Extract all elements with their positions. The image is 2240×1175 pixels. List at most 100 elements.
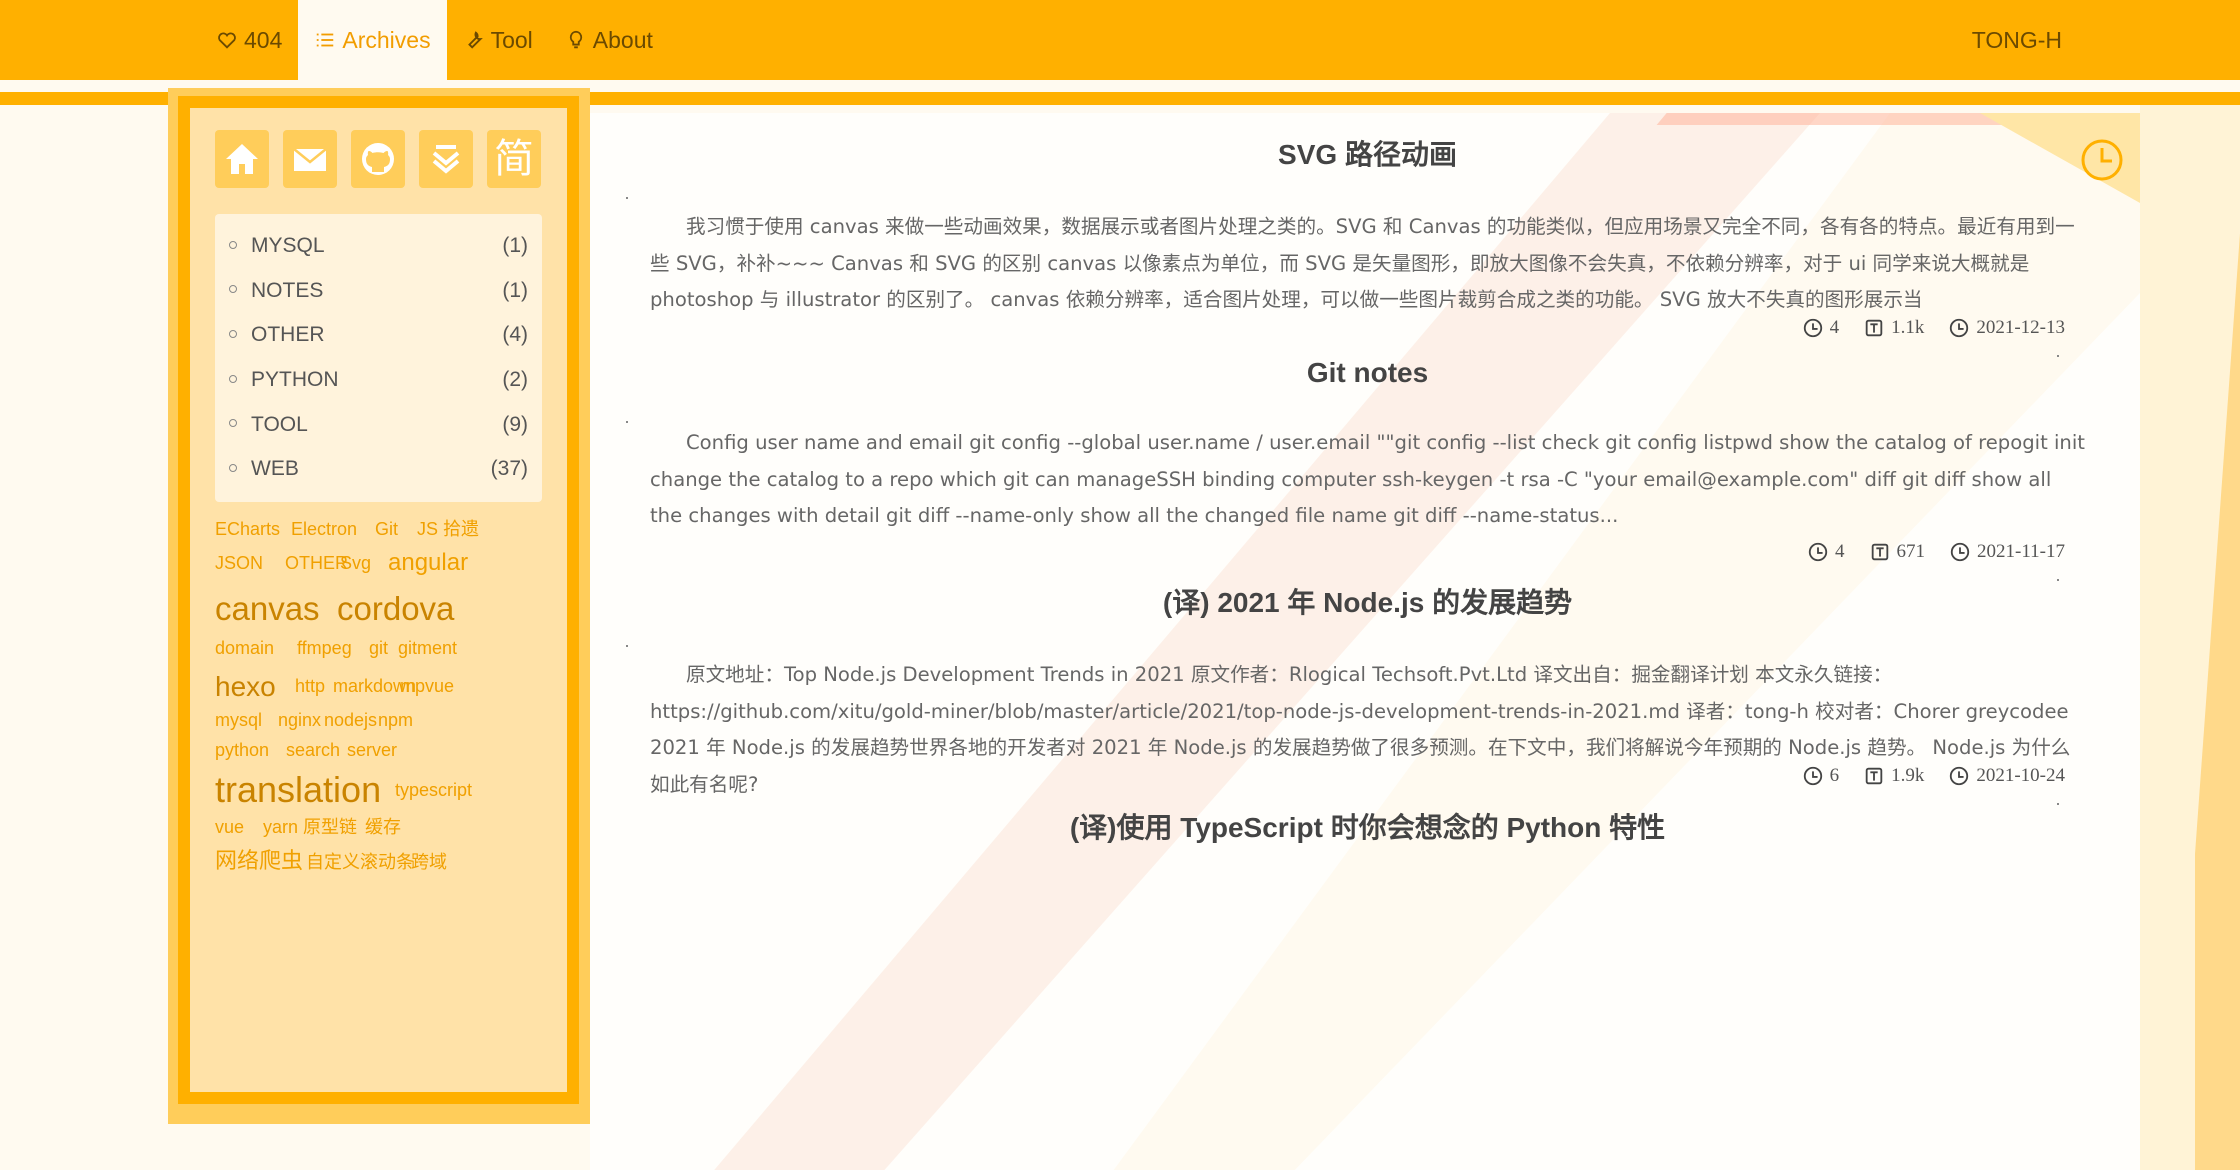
post-card: (译) 2021 年 Node.js 的发展趋势 原文地址：Top Node.js… (626, 581, 2085, 805)
post-meta: 4 671 2021-11-17 (1807, 541, 2065, 563)
nav-archives[interactable]: Archives (298, 0, 447, 80)
tag-link[interactable]: search (286, 741, 340, 759)
category-item[interactable]: PYTHON (2) (229, 358, 528, 403)
post-date: 2021-11-17 (1977, 541, 2065, 562)
category-name: PYTHON (229, 368, 339, 392)
category-item[interactable]: NOTES (1) (229, 269, 528, 314)
tag-link[interactable]: python (215, 741, 269, 759)
tag-link[interactable]: git (369, 639, 388, 657)
divider-dot (626, 645, 628, 647)
nav-about-label: About (592, 26, 653, 53)
category-item[interactable]: OTHER (4) (229, 313, 528, 358)
post-meta: 4 1.1k 2021-12-13 (1802, 317, 2065, 339)
nav-404[interactable]: 404 (200, 0, 298, 80)
clock-icon (1803, 318, 1822, 338)
jianshu-button[interactable]: 简 (487, 130, 541, 188)
tag-link[interactable]: vue (215, 818, 244, 836)
clock-icon (1808, 542, 1828, 562)
mail-button[interactable] (283, 130, 337, 188)
post-excerpt: Config user name and email git config --… (650, 431, 2085, 527)
stack-icon (432, 145, 460, 174)
stack-button[interactable] (419, 130, 473, 188)
post-date: 2021-12-13 (1976, 317, 2065, 338)
category-count: (37) (490, 457, 528, 481)
site-brand[interactable]: TONG-H (1972, 0, 2062, 80)
nav-tool[interactable]: Tool (447, 0, 549, 80)
tag-link[interactable]: Svg (340, 554, 371, 572)
home-button[interactable] (215, 130, 269, 188)
tag-link[interactable]: translation (215, 772, 381, 808)
category-count: (4) (502, 323, 528, 347)
nav-404-label: 404 (244, 26, 283, 53)
calendar-icon (1950, 766, 1969, 786)
tag-link[interactable]: nginx (278, 711, 321, 729)
tag-link[interactable]: 自定义滚动条 (306, 853, 414, 871)
tag-link[interactable]: 跨域 (411, 853, 447, 871)
tag-link[interactable]: nodejs (324, 711, 377, 729)
wrench-icon (467, 31, 483, 49)
tag-link[interactable]: server (347, 741, 397, 759)
tag-link[interactable]: domain (215, 639, 274, 657)
category-name: NOTES (229, 279, 323, 303)
calendar-icon (1950, 318, 1969, 338)
list-icon (317, 33, 334, 47)
main-nav: 404 Archives Tool About (200, 0, 669, 80)
mail-icon (293, 148, 327, 171)
word-count: 1.1k (1891, 317, 1925, 338)
tag-link[interactable]: typescript (395, 781, 472, 799)
tag-link[interactable]: angular (388, 551, 468, 575)
tag-link[interactable]: ECharts (215, 520, 280, 538)
tag-link[interactable]: 缓存 (365, 818, 401, 836)
tag-link[interactable]: gitment (398, 639, 457, 657)
home-icon (226, 144, 258, 174)
category-item[interactable]: TOOL (9) (229, 402, 528, 447)
divider-dot (626, 421, 628, 423)
nav-archives-label: Archives (342, 26, 431, 53)
nav-about[interactable]: About (549, 0, 669, 80)
post-title[interactable]: Git notes (650, 357, 2085, 389)
calendar-icon (1950, 542, 1970, 562)
tag-link[interactable]: OTHER (285, 554, 348, 572)
post-list: SVG 路径动画 我习惯于使用 canvas 来做一些动画效果，数据展示或者图片处… (590, 113, 2140, 1175)
github-button[interactable] (351, 130, 405, 188)
word-count-icon (1865, 319, 1883, 337)
page-bottom (0, 1170, 2240, 1175)
tag-link[interactable]: hexo (215, 673, 276, 701)
post-title[interactable]: SVG 路径动画 (650, 133, 2085, 173)
post-date: 2021-10-24 (1976, 765, 2065, 786)
tag-link[interactable]: http (295, 677, 325, 695)
clock-icon (2081, 139, 2123, 181)
read-time: 4 (1835, 541, 1845, 562)
category-name: MYSQL (229, 234, 325, 258)
nav-tool-label: Tool (490, 26, 533, 53)
post-title[interactable]: (译)使用 TypeScript 时你会想念的 Python 特性 (650, 806, 2085, 846)
post-card: SVG 路径动画 我习惯于使用 canvas 来做一些动画效果，数据展示或者图片处… (626, 133, 2085, 357)
tag-link[interactable]: cordova (337, 592, 454, 625)
tag-link[interactable]: yarn (263, 818, 298, 836)
social-links: 简 (215, 130, 541, 188)
read-time: 4 (1829, 317, 1840, 338)
word-count: 1.9k (1891, 765, 1925, 786)
tag-link[interactable]: npm (378, 711, 413, 729)
tag-link[interactable]: 原型链 (303, 818, 357, 836)
tag-link[interactable]: Electron (291, 520, 357, 538)
category-name: WEB (229, 457, 299, 481)
tag-link[interactable]: JSON (215, 554, 263, 572)
post-card: (译)使用 TypeScript 时你会想念的 Python 特性 (650, 806, 2085, 846)
tag-link[interactable]: mysql (215, 711, 262, 729)
post-title[interactable]: (译) 2021 年 Node.js 的发展趋势 (650, 581, 2085, 621)
tag-link[interactable]: JS 拾遗 (417, 520, 479, 538)
divider-dot (2057, 803, 2059, 805)
tag-link[interactable]: 网络爬虫 (215, 850, 303, 872)
category-item[interactable]: MYSQL (1) (229, 224, 528, 269)
tag-link[interactable]: Git (375, 520, 398, 538)
divider-dot (626, 197, 628, 199)
tag-link[interactable]: canvas (215, 592, 320, 625)
category-name: OTHER (229, 323, 325, 347)
post-meta: 6 1.9k 2021-10-24 (1802, 765, 2065, 787)
tag-link[interactable]: ffmpeg (297, 639, 352, 657)
post-card: Git notes Config user name and email git … (626, 357, 2085, 581)
tag-link[interactable]: mpvue (400, 677, 454, 695)
category-item[interactable]: WEB (37) (229, 447, 528, 492)
word-count-icon (1871, 543, 1888, 561)
